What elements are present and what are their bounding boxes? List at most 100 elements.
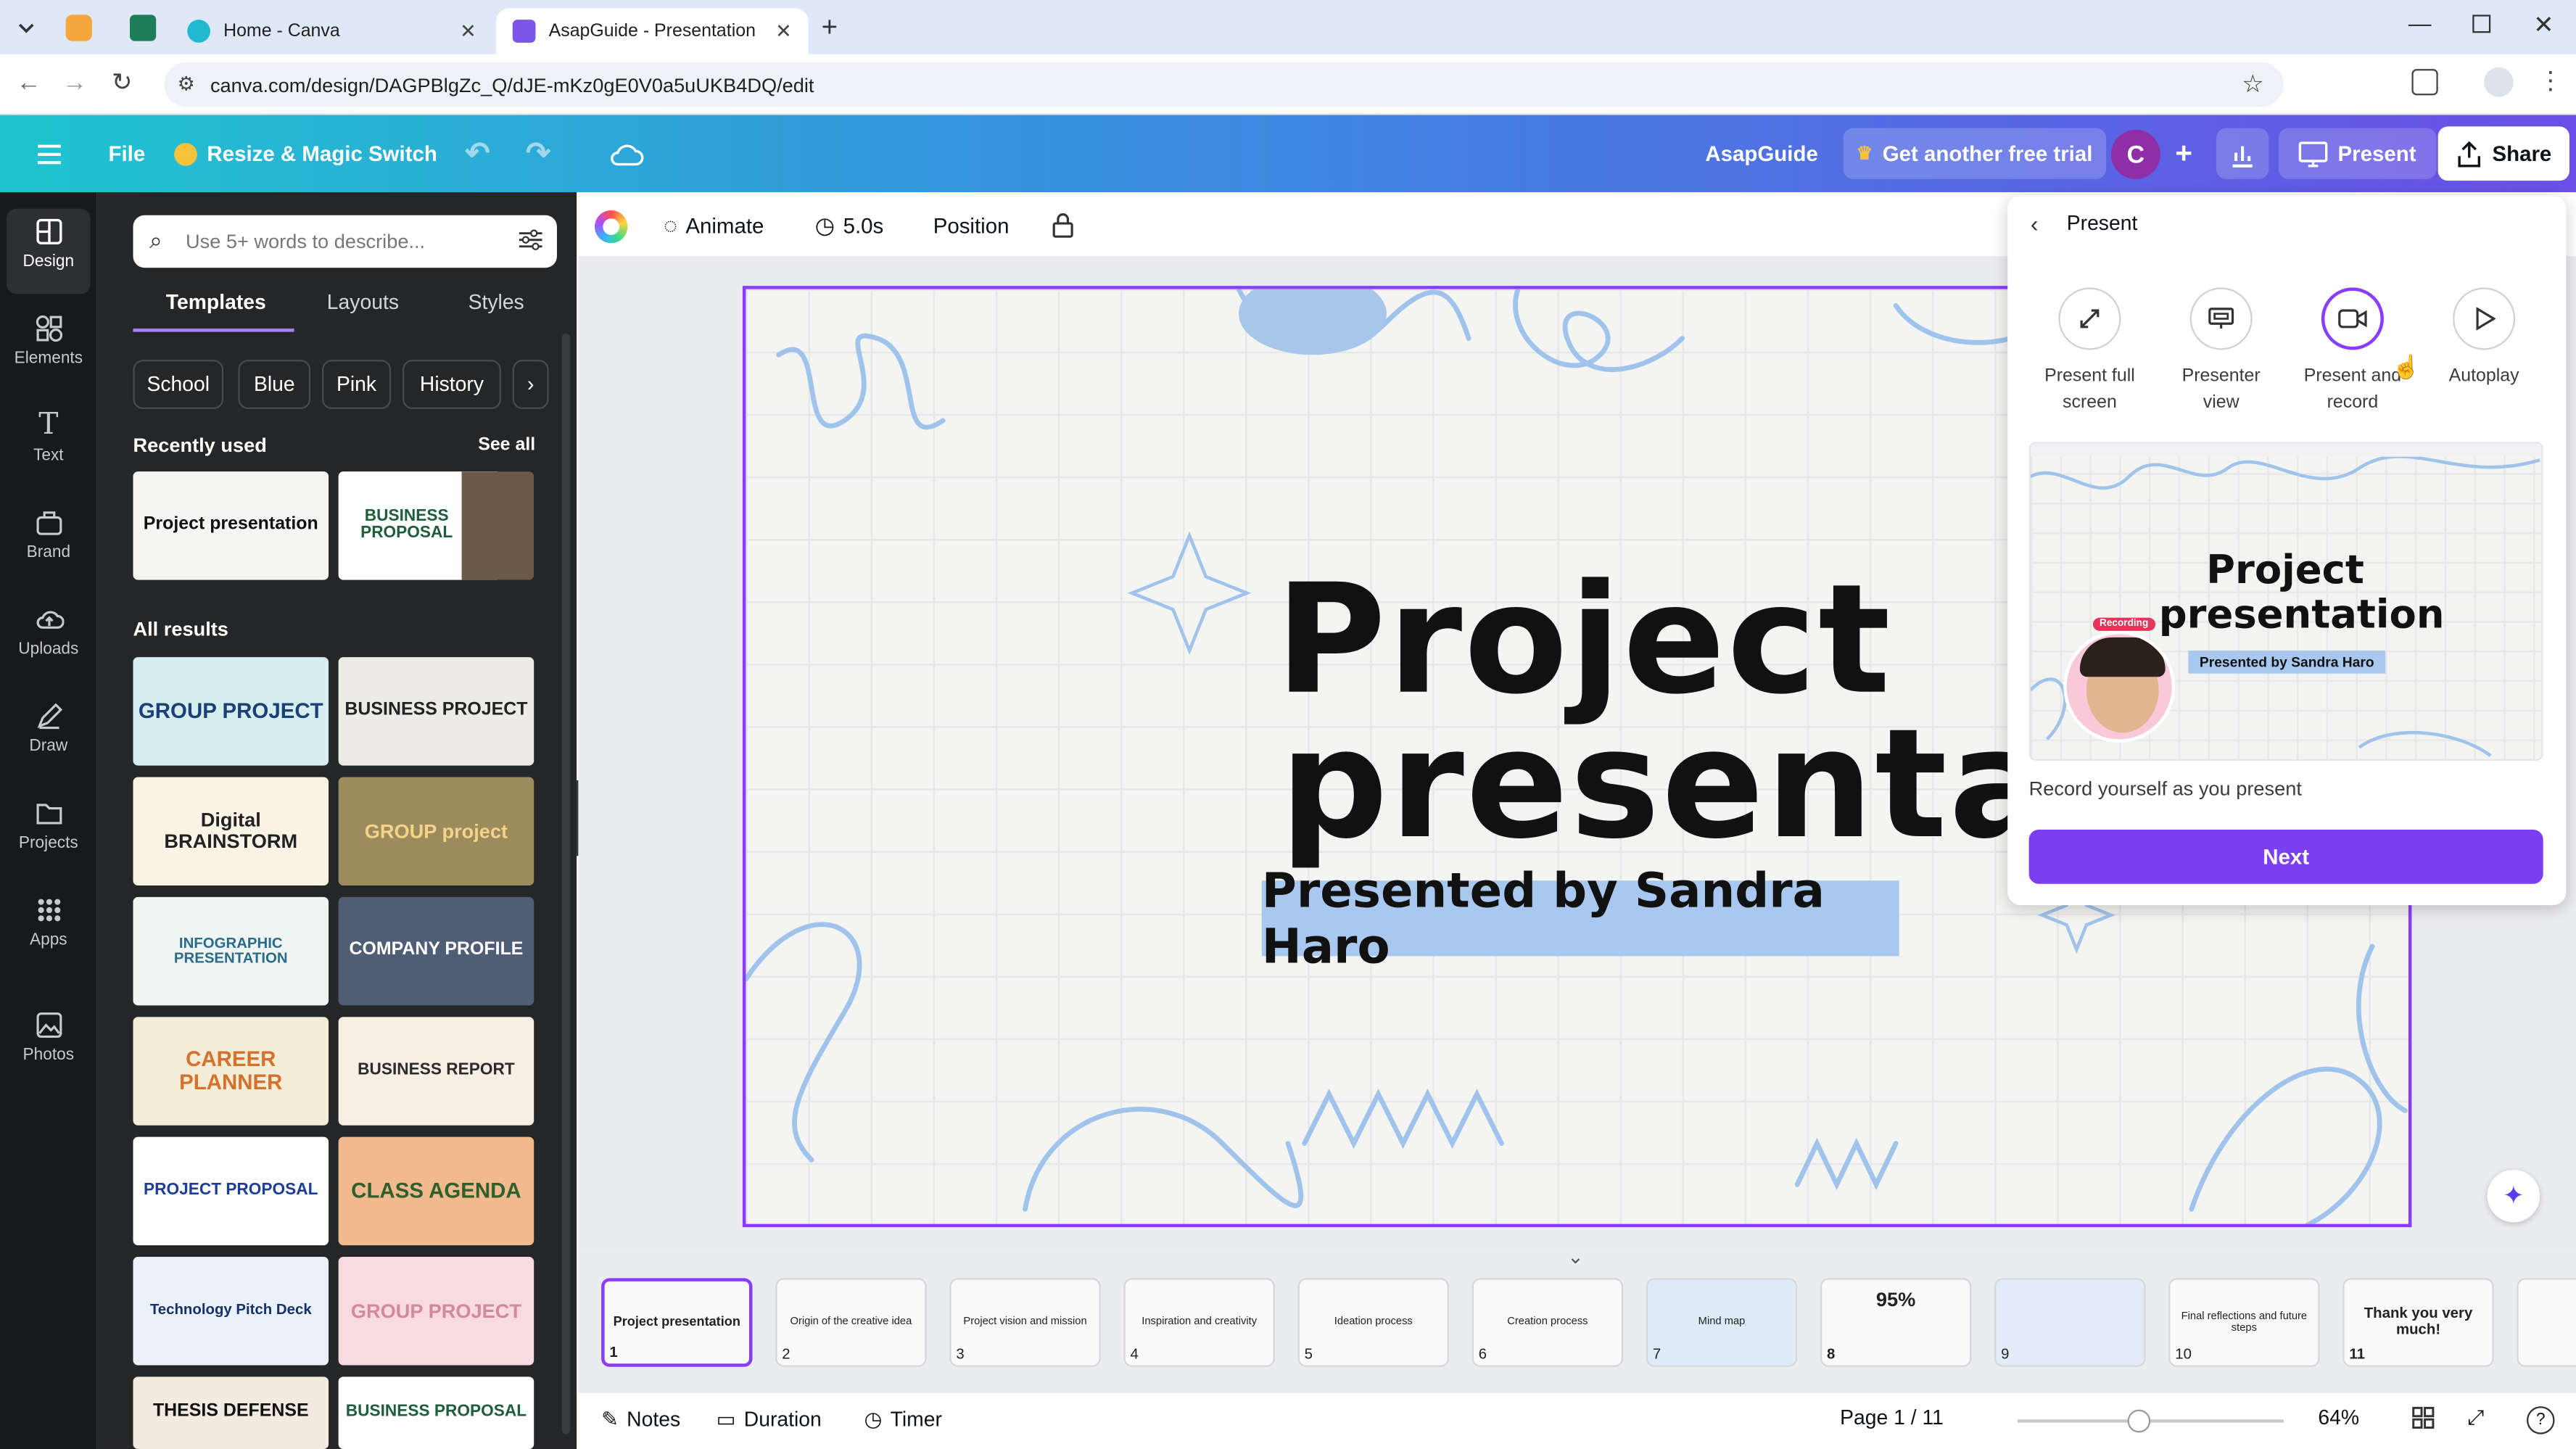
page-thumbnail[interactable]: Mind map 7 (1646, 1278, 1798, 1367)
forward-icon[interactable]: → (62, 69, 87, 97)
expand-filmstrip-icon[interactable]: ⌄ (1567, 1245, 1584, 1268)
timer-button[interactable]: ◷ Timer (864, 1406, 942, 1431)
filter-chip[interactable]: Pink (321, 360, 392, 410)
zoom-level[interactable]: 64% (2318, 1406, 2359, 1429)
zoom-slider-thumb[interactable] (2127, 1409, 2151, 1433)
next-button[interactable]: Next (2028, 829, 2543, 884)
url-field[interactable]: ⚙ canva.com/design/DAGPBlgZc_Q/dJE-mKz0g… (164, 62, 2284, 107)
grid-view-icon[interactable] (2411, 1406, 2435, 1429)
position-button[interactable]: Position (933, 205, 1010, 244)
panel-scrollbar[interactable] (561, 333, 571, 1434)
undo-icon[interactable]: ↶ (452, 128, 503, 179)
template-thumbnail[interactable]: BUSINESS REPORT (338, 1017, 534, 1126)
page-thumbnail[interactable]: Ideation process 5 (1297, 1278, 1449, 1367)
present-button[interactable]: Present (2278, 128, 2436, 179)
file-menu-button[interactable]: File (95, 128, 158, 179)
notes-button[interactable]: ✎ Notes (601, 1406, 680, 1431)
pinned-tab-icon[interactable] (65, 15, 92, 41)
present-and-record-option[interactable]: Present and record (2287, 287, 2418, 416)
see-all-link[interactable]: See all (478, 435, 535, 455)
rail-apps[interactable]: Apps (0, 896, 97, 949)
bookmark-star-icon[interactable]: ☆ (2242, 69, 2263, 99)
template-thumbnail[interactable]: CAREER PLANNER (133, 1017, 329, 1126)
template-thumbnail[interactable]: BUSINESS PROPOSAL (338, 471, 534, 580)
template-thumbnail[interactable]: GROUP project (338, 777, 534, 886)
slide-title[interactable]: Project presentation (1075, 564, 2393, 860)
template-thumbnail[interactable]: CLASS AGENDA (338, 1136, 534, 1246)
insights-icon[interactable] (2216, 128, 2269, 179)
page-thumbnail[interactable]: Origin of the creative idea 2 (775, 1278, 927, 1367)
minimize-icon[interactable]: — (2408, 10, 2432, 36)
new-tab-icon[interactable]: + (822, 12, 838, 44)
main-menu-icon[interactable] (23, 128, 75, 179)
tab-layouts[interactable]: Layouts (327, 291, 399, 314)
autoplay-option[interactable]: Autoplay (2419, 287, 2550, 389)
page-thumbnail[interactable]: Creation process 6 (1471, 1278, 1624, 1367)
reload-icon[interactable]: ↻ (112, 67, 132, 97)
add-collaborator-icon[interactable]: + (2162, 128, 2205, 179)
free-trial-button[interactable]: ♛ Get another free trial (1843, 128, 2106, 179)
present-full-screen-option[interactable]: Present full screen (2024, 287, 2155, 416)
template-thumbnail[interactable]: BUSINESS PROJECT (338, 657, 534, 766)
magic-assistant-icon[interactable]: ✦ (2487, 1169, 2540, 1223)
back-chevron-icon[interactable]: ‹ (2031, 210, 2039, 236)
page-thumbnail[interactable]: Inspiration and creativity 4 (1123, 1278, 1275, 1367)
chips-next-icon[interactable]: › (512, 360, 549, 410)
user-avatar[interactable]: C (2110, 129, 2160, 179)
zoom-slider[interactable] (2017, 1409, 2284, 1433)
template-thumbnail[interactable]: GROUP PROJECT (133, 657, 329, 766)
restore-icon[interactable] (2472, 15, 2491, 33)
template-thumbnail[interactable]: PROJECT PROPOSAL (133, 1136, 329, 1246)
tab-templates[interactable]: Templates (166, 291, 266, 314)
page-thumbnail[interactable]: 95% 8 (1820, 1278, 1972, 1367)
template-thumbnail[interactable]: THESIS DEFENSE (133, 1376, 329, 1449)
template-thumbnail[interactable]: BUSINESS PROPOSAL (338, 1376, 534, 1449)
extensions-icon[interactable] (2411, 69, 2438, 96)
rail-brand[interactable]: Brand (0, 508, 97, 562)
filter-chip[interactable]: History (402, 360, 501, 410)
fullscreen-icon[interactable]: ⤢ (2467, 1406, 2484, 1431)
design-name[interactable]: AsapGuide (1692, 128, 1831, 179)
rail-design[interactable]: Design (0, 217, 97, 271)
filter-icon[interactable] (518, 228, 544, 252)
cloud-save-icon[interactable] (595, 128, 657, 179)
rail-projects[interactable]: Projects (0, 798, 97, 853)
template-thumbnail[interactable]: Project presentation (133, 471, 329, 580)
tab-asapguide-presentation[interactable]: AsapGuide - Presentation ✕ (496, 8, 809, 54)
template-thumbnail[interactable]: INFOGRAPHIC PRESENTATION (133, 896, 329, 1006)
rail-text[interactable]: T Text (0, 410, 97, 465)
tab-home-canva[interactable]: Home - Canva ✕ (171, 8, 493, 54)
close-tab-icon[interactable]: ✕ (460, 20, 476, 43)
help-icon[interactable]: ? (2527, 1406, 2555, 1434)
rail-elements[interactable]: Elements (0, 314, 97, 368)
close-tab-icon[interactable]: ✕ (775, 20, 792, 43)
template-search-input[interactable]: ⌕ Use 5+ words to describe... (133, 215, 557, 268)
pinned-tab-icon[interactable] (129, 15, 157, 41)
rail-photos[interactable]: Photos (0, 1010, 97, 1065)
lock-icon[interactable] (1052, 205, 1075, 244)
color-picker-icon[interactable] (595, 210, 628, 244)
rail-draw[interactable]: Draw (0, 701, 97, 756)
rail-uploads[interactable]: Uploads (0, 605, 97, 659)
template-thumbnail[interactable]: COMPANY PROFILE (338, 896, 534, 1006)
page-thumbnail[interactable]: Project vision and mission 3 (949, 1278, 1101, 1367)
back-icon[interactable]: ← (17, 69, 41, 97)
share-button[interactable]: Share (2437, 126, 2570, 181)
page-thumbnail[interactable]: Project presentation 1 (601, 1278, 753, 1367)
page-thumbnail[interactable]: 9 (1994, 1278, 2146, 1367)
duration-button[interactable]: ▭ Duration (717, 1406, 822, 1431)
filter-chip[interactable]: School (133, 360, 224, 410)
template-thumbnail[interactable]: GROUP PROJECT (338, 1256, 534, 1366)
presenter-view-option[interactable]: Presenter view (2155, 287, 2287, 416)
slide-subtitle[interactable]: Presented by Sandra Haro (1261, 862, 1899, 974)
duration-button[interactable]: ◷ 5.0s (815, 205, 884, 244)
page-thumbnail[interactable]: Thank you very much! 11 (2342, 1278, 2494, 1367)
profile-avatar[interactable] (2484, 67, 2514, 97)
page-indicator[interactable]: Page 1 / 11 (1840, 1406, 1944, 1429)
site-info-icon[interactable]: ⚙ (178, 73, 195, 96)
animate-button[interactable]: ◌ Animate (664, 205, 764, 244)
tab-list-icon[interactable] (13, 15, 39, 41)
resize-magic-switch-button[interactable]: Resize & Magic Switch (161, 128, 450, 179)
close-window-icon[interactable]: ✕ (2533, 10, 2554, 40)
page-thumbnail[interactable]: Final reflections and future steps 10 (2168, 1278, 2320, 1367)
